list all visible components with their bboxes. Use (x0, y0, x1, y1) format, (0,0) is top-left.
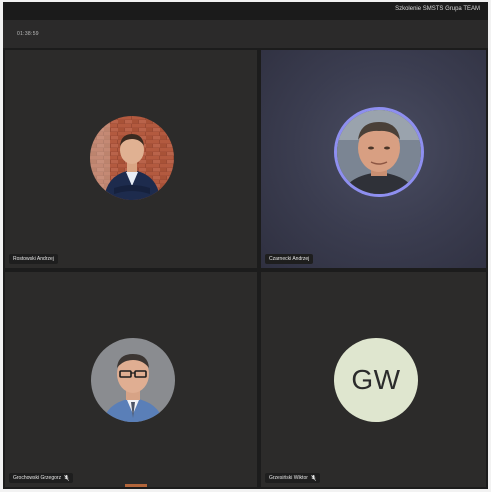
participant-name-tag: Grzesiński Wiktor (265, 473, 320, 483)
title-bar: Szkolenie SMSTS Grupa TEAM (3, 2, 488, 20)
participant-name: Rostowski Andrzej (13, 256, 54, 262)
avatar (337, 110, 421, 194)
participant-tile[interactable]: GW Grzesiński Wiktor (261, 272, 486, 487)
participant-tile[interactable]: Rostowski Andrzej (5, 50, 257, 268)
participant-name-tag: Czarnecki Andrzej (265, 254, 314, 264)
mic-muted-icon (310, 475, 316, 481)
participant-grid: Rostowski Andrzej Czarnecki Andrzej Groc… (3, 48, 488, 489)
participant-name-tag: Grochowski Grzegorz (9, 473, 74, 483)
participant-name: Czarnecki Andrzej (269, 256, 310, 262)
initials: GW (351, 364, 401, 395)
participant-name: Grzesiński Wiktor (269, 475, 308, 481)
participant-name-tag: Rostowski Andrzej (9, 254, 58, 264)
meeting-timer: 01:38:59 (17, 31, 39, 37)
initials-avatar: GW (334, 338, 418, 422)
meeting-title: Szkolenie SMSTS Grupa TEAM (395, 6, 480, 12)
avatar (91, 338, 175, 422)
mic-muted-icon (64, 475, 70, 481)
avatar (90, 116, 174, 200)
meeting-toolbar: 01:38:59 (3, 20, 488, 48)
participant-name: Grochowski Grzegorz (13, 475, 62, 481)
teams-meeting-window: Szkolenie SMSTS Grupa TEAM 01:38:59 Rost… (3, 2, 488, 489)
participant-tile-speaking[interactable]: Czarnecki Andrzej (261, 50, 486, 268)
participant-tile[interactable]: Grochowski Grzegorz (5, 272, 257, 487)
active-indicator (125, 484, 147, 487)
